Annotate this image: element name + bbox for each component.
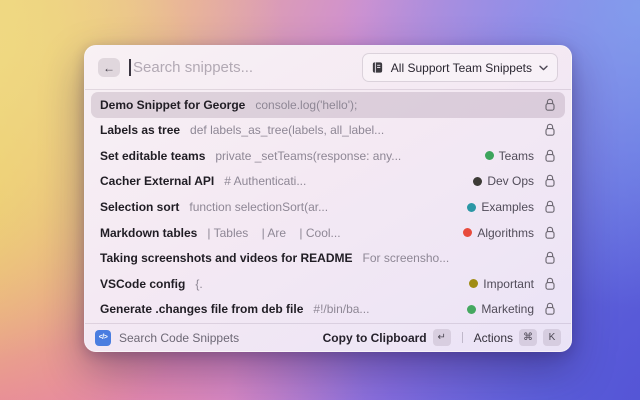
snippet-title: VSCode config <box>100 276 186 291</box>
lock-icon <box>544 174 556 188</box>
lock-icon <box>544 251 556 265</box>
snippet-title: Demo Snippet for George <box>100 97 246 112</box>
dropdown-label: All Support Team Snippets <box>390 60 532 75</box>
tag-dot <box>473 176 483 186</box>
snippet-title: Generate .changes file from deb file <box>100 302 304 317</box>
actions-menu-button[interactable]: Actions ⌘ K <box>474 329 561 346</box>
snippet-title: Selection sort <box>100 200 180 215</box>
snippet-tag: Important <box>469 277 534 291</box>
copy-to-clipboard-label: Copy to Clipboard <box>322 330 427 345</box>
snippet-library-dropdown[interactable]: All Support Team Snippets <box>361 53 558 82</box>
snippet-row[interactable]: Set editable teams private _setTeams(res… <box>91 143 565 169</box>
lock-icon <box>544 123 556 137</box>
snippet-row[interactable]: Labels as tree def labels_as_tree(labels… <box>91 118 565 144</box>
tag-label: Algorithms <box>477 225 534 240</box>
search-snippets-window: ← All Support Team Snippets <box>84 45 572 352</box>
search-input[interactable] <box>129 59 353 76</box>
snippet-list: Demo Snippet for George console.log('hel… <box>85 90 571 323</box>
tag-label: Teams <box>498 148 534 163</box>
snippet-title: Cacher External API <box>100 174 215 189</box>
snippet-title: Labels as tree <box>100 123 181 138</box>
tag-label: Important <box>483 276 534 291</box>
k-key-icon: K <box>543 329 561 346</box>
snippet-row[interactable]: Selection sort function selectionSort(ar… <box>91 194 565 220</box>
lock-icon <box>544 277 556 291</box>
lock-icon <box>544 226 556 240</box>
snippet-preview: #!/bin/ba... <box>313 302 370 317</box>
search-header: ← All Support Team Snippets <box>85 46 571 90</box>
footer-divider <box>461 332 463 343</box>
lock-icon <box>544 149 556 163</box>
snippet-tag: Algorithms <box>463 226 534 240</box>
snippet-preview: | Tables | Are | Cool... <box>207 225 341 240</box>
snippet-tag: Dev Ops <box>473 174 534 188</box>
tag-dot <box>467 304 477 314</box>
chevron-down-icon <box>539 65 548 71</box>
action-bar: </> Search Code Snippets Copy to Clipboa… <box>85 323 571 351</box>
lock-icon <box>544 98 556 112</box>
tag-dot <box>469 279 479 289</box>
return-key-icon: ↵ <box>432 329 451 346</box>
command-key-icon: ⌘ <box>519 329 537 346</box>
snippet-preview: {. <box>195 276 203 291</box>
snippet-row[interactable]: Markdown tables | Tables | Are | Cool...… <box>91 220 565 246</box>
snippet-row[interactable]: Cacher External API # Authenticati... De… <box>91 169 565 195</box>
tag-label: Marketing <box>481 302 534 317</box>
snippet-preview: def labels_as_tree(labels, all_label... <box>190 123 385 138</box>
snippet-tag: Examples <box>467 200 534 214</box>
snippet-tag: Teams <box>484 148 534 163</box>
copy-to-clipboard-action[interactable]: Copy to Clipboard ↵ <box>323 329 451 346</box>
snippet-preview: console.log('hello'); <box>255 97 358 112</box>
search-field-wrap <box>129 46 353 89</box>
snippet-title: Markdown tables <box>100 225 198 240</box>
tag-dot <box>467 202 477 212</box>
text-caret <box>129 59 131 76</box>
tag-label: Examples <box>481 200 534 215</box>
desktop-background: ← All Support Team Snippets <box>0 0 640 400</box>
lock-icon <box>544 302 556 316</box>
tag-dot <box>484 151 494 161</box>
snippet-preview: private _setTeams(response: any... <box>215 148 402 163</box>
actions-label: Actions <box>473 330 513 345</box>
snippet-row[interactable]: Taking screenshots and videos for README… <box>91 245 565 271</box>
app-name-label: Search Code Snippets <box>119 330 240 345</box>
snippet-title: Set editable teams <box>100 148 206 163</box>
tag-dot <box>463 228 473 238</box>
snippet-preview: For screensho... <box>362 251 450 266</box>
snippet-row[interactable]: VSCode config {. Important <box>91 271 565 297</box>
snippet-row[interactable]: Generate .changes file from deb file #!/… <box>91 297 565 323</box>
library-book-icon <box>371 61 384 74</box>
back-button[interactable]: ← <box>98 58 120 77</box>
snippet-preview: # Authenticati... <box>224 174 307 189</box>
tag-label: Dev Ops <box>487 174 534 189</box>
snippet-row[interactable]: Demo Snippet for George console.log('hel… <box>91 92 565 118</box>
snippet-tag: Marketing <box>467 302 534 316</box>
snippet-preview: function selectionSort(ar... <box>189 200 329 215</box>
code-snippets-app-icon: </> <box>95 329 111 346</box>
snippet-title: Taking screenshots and videos for README <box>100 251 353 266</box>
lock-icon <box>544 200 556 214</box>
